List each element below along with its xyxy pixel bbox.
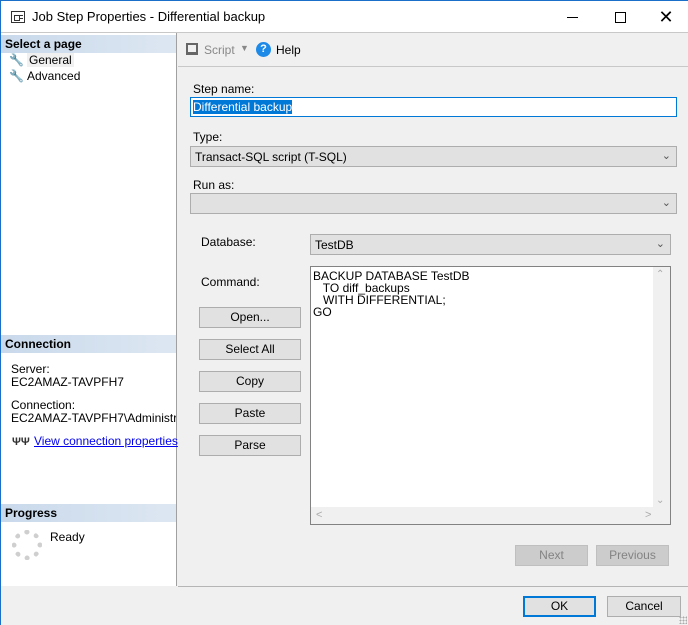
select-page-header: Select a page	[1, 35, 176, 53]
horizontal-scrollbar[interactable]: < >	[311, 507, 670, 524]
script-dropdown-icon[interactable]: ▼	[240, 43, 249, 53]
step-name-label: Step name:	[193, 82, 255, 96]
run-as-label: Run as:	[193, 178, 235, 192]
run-as-select[interactable]: ⌄	[190, 193, 677, 214]
connection-plug-icon: ΨΨ	[12, 436, 30, 448]
paste-button[interactable]: Paste	[199, 403, 301, 424]
copy-button[interactable]: Copy	[199, 371, 301, 392]
page-item-advanced[interactable]: 🔧 Advanced	[9, 68, 80, 84]
parse-button[interactable]: Parse	[199, 435, 301, 456]
ok-button[interactable]: OK	[523, 596, 596, 617]
cancel-button[interactable]: Cancel	[607, 596, 681, 617]
scroll-left-icon[interactable]: <	[316, 509, 322, 521]
page-item-general[interactable]: 🔧 General	[9, 52, 74, 68]
wrench-icon: 🔧	[9, 53, 24, 67]
command-text[interactable]: BACKUP DATABASE TestDB TO diff_backups W…	[313, 270, 470, 318]
view-connection-properties-link[interactable]: View connection properties	[34, 434, 178, 448]
script-icon	[186, 43, 198, 55]
chevron-down-icon: ⌄	[661, 197, 671, 209]
type-label: Type:	[193, 130, 223, 144]
minimize-icon	[566, 16, 578, 18]
database-label: Database:	[201, 235, 256, 249]
database-select[interactable]: TestDB ⌄	[310, 234, 671, 255]
help-button[interactable]: Help	[276, 43, 301, 57]
next-button[interactable]: Next	[515, 545, 588, 566]
type-select[interactable]: Transact-SQL script (T-SQL) ⌄	[190, 146, 677, 167]
select-all-button[interactable]: Select All	[199, 339, 301, 360]
resize-grip[interactable]	[679, 616, 687, 624]
page-item-label: Advanced	[27, 69, 81, 83]
previous-button[interactable]: Previous	[596, 545, 669, 566]
connection-header: Connection	[1, 335, 176, 353]
maximize-icon	[614, 11, 626, 23]
scroll-up-icon[interactable]: ⌃	[656, 269, 664, 280]
database-value: TestDB	[315, 238, 354, 252]
type-value: Transact-SQL script (T-SQL)	[195, 150, 347, 164]
scroll-down-icon[interactable]: ⌄	[656, 495, 664, 506]
minimize-button[interactable]	[549, 1, 595, 33]
wrench-icon: 🔧	[9, 69, 24, 83]
chevron-down-icon: ⌄	[655, 238, 665, 250]
page-item-label: General	[27, 53, 74, 67]
progress-status: Ready	[50, 530, 85, 544]
connection-label: Connection:	[11, 398, 76, 412]
close-button[interactable]: ✕	[643, 1, 688, 33]
progress-spinner-icon	[12, 530, 42, 560]
window-title: Job Step Properties - Differential backu…	[32, 9, 266, 24]
window-icon	[11, 11, 25, 23]
maximize-button[interactable]	[597, 1, 643, 33]
chevron-down-icon: ⌄	[661, 150, 671, 162]
footer-divider	[178, 586, 688, 587]
close-icon: ✕	[658, 6, 674, 27]
command-editor[interactable]: BACKUP DATABASE TestDB TO diff_backups W…	[310, 266, 671, 525]
command-label: Command:	[201, 275, 260, 289]
progress-header: Progress	[1, 504, 176, 522]
connection-value: EC2AMAZ-TAVPFH7\Administrator	[11, 412, 176, 425]
job-step-properties-dialog: Job Step Properties - Differential backu…	[0, 0, 688, 625]
step-name-input[interactable]: Differential backup	[190, 97, 677, 117]
open-button[interactable]: Open...	[199, 307, 301, 328]
title-bar: Job Step Properties - Differential backu…	[1, 1, 688, 33]
script-button[interactable]: Script	[204, 43, 235, 57]
help-icon[interactable]: ?	[256, 42, 271, 57]
scroll-right-icon[interactable]: >	[645, 509, 651, 521]
vertical-scrollbar[interactable]: ⌃ ⌄	[653, 267, 670, 508]
server-value: EC2AMAZ-TAVPFH7	[11, 375, 124, 389]
toolbar: Script ▼ ? Help	[178, 34, 688, 67]
step-name-value: Differential backup	[193, 100, 293, 114]
